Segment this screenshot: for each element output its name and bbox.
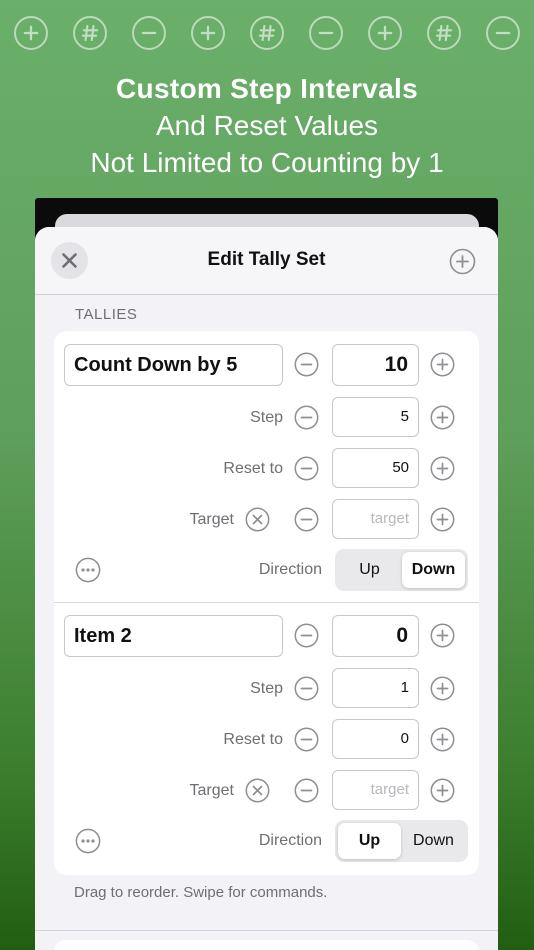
direction-up-option[interactable]: Up (338, 552, 401, 588)
reset-decrement-button[interactable] (294, 456, 319, 481)
reset-field[interactable]: 50 (332, 448, 419, 488)
promo-headline: Custom Step Intervals And Reset Values N… (0, 70, 534, 181)
target-label: Target (189, 782, 234, 799)
plus-circle-icon (430, 405, 455, 430)
plus-circle-icon (430, 623, 455, 648)
count-field[interactable]: 0 (332, 615, 419, 657)
ellipsis-circle-icon (75, 557, 101, 583)
headline-line-1: Custom Step Intervals (116, 73, 418, 104)
minus-circle-icon (294, 352, 319, 377)
reset-label: Reset to (223, 460, 283, 477)
reset-decrement-button[interactable] (294, 727, 319, 752)
direction-segmented-control: Up Down (335, 549, 468, 591)
count-increment-button[interactable] (430, 352, 455, 377)
nav-bar: Edit Tally Set (35, 227, 498, 295)
minus-circle-icon (294, 778, 319, 803)
section-header: TALLIES (75, 306, 138, 323)
decorative-icon-row (0, 16, 534, 52)
direction-down-option[interactable]: Down (402, 552, 465, 588)
page-title: Edit Tally Set (207, 249, 326, 270)
more-options-button[interactable] (75, 557, 101, 583)
more-options-button[interactable] (75, 828, 101, 854)
minus-circle-icon (309, 16, 343, 50)
minus-circle-icon (294, 405, 319, 430)
plus-circle-icon (430, 507, 455, 532)
direction-segmented-control: Up Down (335, 820, 468, 862)
minus-circle-icon (486, 16, 520, 50)
headline-line-3: Not Limited to Counting by 1 (90, 147, 444, 178)
plus-circle-icon (368, 16, 402, 50)
direction-label: Direction (258, 832, 322, 849)
clear-target-button[interactable] (245, 507, 270, 532)
edit-tally-set-sheet: Edit Tally Set TALLIES Count Down by 5 1… (35, 227, 498, 950)
number-circle-icon (250, 16, 284, 50)
next-section-card (54, 940, 479, 950)
direction-label: Direction (258, 561, 322, 578)
minus-circle-icon (294, 623, 319, 648)
target-field[interactable]: target (332, 499, 419, 539)
minus-circle-icon (132, 16, 166, 50)
count-increment-button[interactable] (430, 623, 455, 648)
tally-name-field[interactable]: Item 2 (64, 615, 283, 657)
reset-increment-button[interactable] (430, 456, 455, 481)
plus-circle-icon (430, 456, 455, 481)
ellipsis-circle-icon (75, 828, 101, 854)
step-increment-button[interactable] (430, 676, 455, 701)
step-field[interactable]: 5 (332, 397, 419, 437)
tally-item: Count Down by 5 10 Step 5 Reset to 50 Ta… (54, 331, 479, 602)
target-decrement-button[interactable] (294, 507, 319, 532)
target-label: Target (189, 511, 234, 528)
direction-up-option[interactable]: Up (338, 823, 401, 859)
number-circle-icon (427, 16, 461, 50)
target-decrement-button[interactable] (294, 778, 319, 803)
direction-down-option[interactable]: Down (402, 823, 465, 859)
clear-target-button[interactable] (245, 778, 270, 803)
plus-circle-icon (430, 727, 455, 752)
step-label: Step (250, 409, 283, 426)
count-field[interactable]: 10 (332, 344, 419, 386)
footer-note: Drag to reorder. Swipe for commands. (74, 884, 328, 901)
minus-circle-icon (294, 507, 319, 532)
number-circle-icon (73, 16, 107, 50)
add-tally-button[interactable] (449, 248, 476, 275)
clear-icon (245, 507, 270, 532)
target-increment-button[interactable] (430, 778, 455, 803)
count-decrement-button[interactable] (294, 352, 319, 377)
minus-circle-icon (294, 676, 319, 701)
count-decrement-button[interactable] (294, 623, 319, 648)
target-field[interactable]: target (332, 770, 419, 810)
reset-increment-button[interactable] (430, 727, 455, 752)
plus-circle-icon (430, 352, 455, 377)
plus-circle-icon (430, 676, 455, 701)
minus-circle-icon (294, 727, 319, 752)
step-increment-button[interactable] (430, 405, 455, 430)
tallies-card: Count Down by 5 10 Step 5 Reset to 50 Ta… (54, 331, 479, 875)
divider (35, 930, 498, 931)
plus-circle-icon (449, 248, 476, 275)
reset-field[interactable]: 0 (332, 719, 419, 759)
tally-item: Item 2 0 Step 1 Reset to 0 Target target… (54, 602, 479, 873)
reset-label: Reset to (223, 731, 283, 748)
target-increment-button[interactable] (430, 507, 455, 532)
clear-icon (245, 778, 270, 803)
step-field[interactable]: 1 (332, 668, 419, 708)
plus-circle-icon (191, 16, 225, 50)
plus-circle-icon (430, 778, 455, 803)
step-decrement-button[interactable] (294, 405, 319, 430)
minus-circle-icon (294, 456, 319, 481)
headline-line-2: And Reset Values (155, 110, 379, 141)
plus-circle-icon (14, 16, 48, 50)
step-label: Step (250, 680, 283, 697)
step-decrement-button[interactable] (294, 676, 319, 701)
tally-name-field[interactable]: Count Down by 5 (64, 344, 283, 386)
